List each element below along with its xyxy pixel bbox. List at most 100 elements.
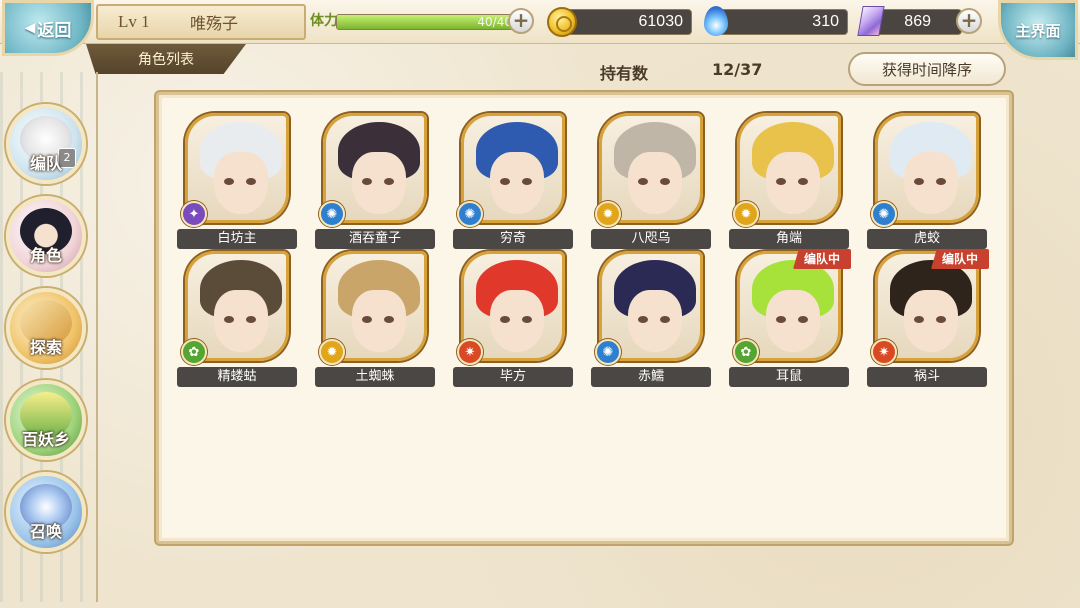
add-stamina-button[interactable]: + xyxy=(508,8,534,34)
blue-element-icon: ✺ xyxy=(319,201,345,227)
character-card[interactable]: ✹ 角端 xyxy=(729,113,849,249)
portrait-eye xyxy=(914,178,924,185)
nav-village-label: 百妖乡 xyxy=(21,430,70,449)
character-card[interactable]: ✺ 穷奇 xyxy=(453,113,573,249)
portrait-face xyxy=(352,152,406,214)
character-card[interactable]: ✿ 编队中 耳鼠 xyxy=(729,249,851,387)
portrait-face xyxy=(904,152,958,214)
owned-count-label: 持有数 xyxy=(600,64,649,83)
portrait-eye xyxy=(362,178,372,185)
character-card[interactable]: ✦ 白坊主 xyxy=(177,113,297,249)
portrait-eye xyxy=(914,316,924,323)
portrait-face xyxy=(766,290,820,352)
player-name: 唯殇子 xyxy=(190,14,239,33)
portrait-eye xyxy=(936,316,946,323)
portrait-eye xyxy=(522,316,532,323)
crystal-value: 869 xyxy=(904,13,931,30)
gold-coin-icon xyxy=(547,7,577,37)
character-card[interactable]: ✷ 毕方 xyxy=(453,251,573,387)
character-name: 穷奇 xyxy=(453,229,573,249)
add-crystal-button[interactable]: + xyxy=(956,8,982,34)
character-name: 虎蛟 xyxy=(867,229,987,249)
in-party-tag: 编队中 xyxy=(931,249,989,269)
red-element-icon: ✷ xyxy=(871,339,897,365)
stamina-label: 体力 xyxy=(310,13,338,29)
portrait-face xyxy=(628,290,682,352)
nav-village[interactable]: 百妖乡 xyxy=(6,380,86,460)
character-name: 祸斗 xyxy=(867,367,987,387)
nav-party[interactable]: 2 编队 xyxy=(6,104,86,184)
portrait-face xyxy=(766,152,820,214)
in-party-tag: 编队中 xyxy=(793,249,851,269)
portrait-face xyxy=(352,290,406,352)
portrait-face xyxy=(628,152,682,214)
main-menu-button[interactable]: 主界面 xyxy=(998,0,1078,60)
back-button[interactable]: ◀ 返回 xyxy=(2,0,94,56)
portrait-face xyxy=(904,290,958,352)
portrait-eye xyxy=(384,178,394,185)
portrait-face xyxy=(490,290,544,352)
owned-count-value: 12/37 xyxy=(712,60,763,79)
portrait-eye xyxy=(638,178,648,185)
portrait-eye xyxy=(246,316,256,323)
nav-explore[interactable]: 探索 xyxy=(6,288,86,368)
player-level: Lv 1 xyxy=(118,12,150,31)
character-card[interactable]: ✺ 酒吞童子 xyxy=(315,113,435,249)
portrait-face xyxy=(214,290,268,352)
character-name: 土蜘蛛 xyxy=(315,367,435,387)
portrait-eye xyxy=(776,316,786,323)
yellow-element-icon: ✹ xyxy=(595,201,621,227)
character-name: 酒吞童子 xyxy=(315,229,435,249)
sort-order-button[interactable]: 获得时间降序 xyxy=(848,52,1006,86)
portrait-eye xyxy=(798,316,808,323)
portrait-eye xyxy=(660,316,670,323)
portrait-face xyxy=(214,152,268,214)
blue-element-icon: ✺ xyxy=(457,201,483,227)
section-tab-character-list: 角色列表 xyxy=(86,44,246,74)
portrait-eye xyxy=(224,316,234,323)
character-list-panel: ✦ 白坊主 ✺ 酒吞童子 ✺ 穷奇 ✹ 八咫乌 ✹ 角端 ✺ 虎蛟 ✿ 精蝼蛄 ✹ 土蜘蛛 ✷ 毕方 ✺ 赤鱬 ✿ 编队中… xyxy=(156,92,1012,544)
character-name: 八咫乌 xyxy=(591,229,711,249)
nav-summon[interactable]: 召唤 xyxy=(6,472,86,552)
section-tab-label: 角色列表 xyxy=(138,52,194,68)
green-element-icon: ✿ xyxy=(181,339,207,365)
character-card[interactable]: ✺ 赤鱬 xyxy=(591,251,711,387)
nav-explore-label: 探索 xyxy=(29,338,62,357)
nav-character[interactable]: 角色 xyxy=(6,196,86,276)
sort-order-label: 获得时间降序 xyxy=(881,60,972,79)
portrait-eye xyxy=(936,178,946,185)
blue-element-icon: ✺ xyxy=(871,201,897,227)
character-card[interactable]: ✹ 土蜘蛛 xyxy=(315,251,435,387)
stamina-value: 40/40 xyxy=(477,15,512,29)
back-button-label: 返回 xyxy=(37,20,72,41)
character-card[interactable]: ✺ 虎蛟 xyxy=(867,113,987,249)
player-info-plate: Lv 1 唯殇子 xyxy=(96,4,306,40)
character-card[interactable]: ✿ 精蝼蛄 xyxy=(177,251,297,387)
portrait-eye xyxy=(798,178,808,185)
soul-flame-icon xyxy=(704,6,728,36)
purple-element-icon: ✦ xyxy=(181,201,207,227)
portrait-eye xyxy=(246,178,256,185)
portrait-eye xyxy=(776,178,786,185)
soul-display: 310 xyxy=(712,9,848,35)
character-name: 赤鱬 xyxy=(591,367,711,387)
character-name: 角端 xyxy=(729,229,849,249)
character-name: 毕方 xyxy=(453,367,573,387)
portrait-face xyxy=(490,152,544,214)
portrait-eye xyxy=(500,178,510,185)
character-card[interactable]: ✹ 八咫乌 xyxy=(591,113,711,249)
gold-value: 61030 xyxy=(638,13,684,30)
character-card[interactable]: ✷ 编队中祸斗 xyxy=(867,249,989,387)
character-name: 精蝼蛄 xyxy=(177,367,297,387)
blue-element-icon: ✺ xyxy=(595,339,621,365)
portrait-eye xyxy=(522,178,532,185)
portrait-eye xyxy=(500,316,510,323)
portrait-eye xyxy=(638,316,648,323)
red-element-icon: ✷ xyxy=(457,339,483,365)
soul-value: 310 xyxy=(812,13,839,30)
yellow-element-icon: ✹ xyxy=(319,339,345,365)
portrait-eye xyxy=(362,316,372,323)
portrait-eye xyxy=(224,178,234,185)
nav-summon-label: 召唤 xyxy=(29,522,62,541)
character-name: 耳鼠 xyxy=(729,367,849,387)
